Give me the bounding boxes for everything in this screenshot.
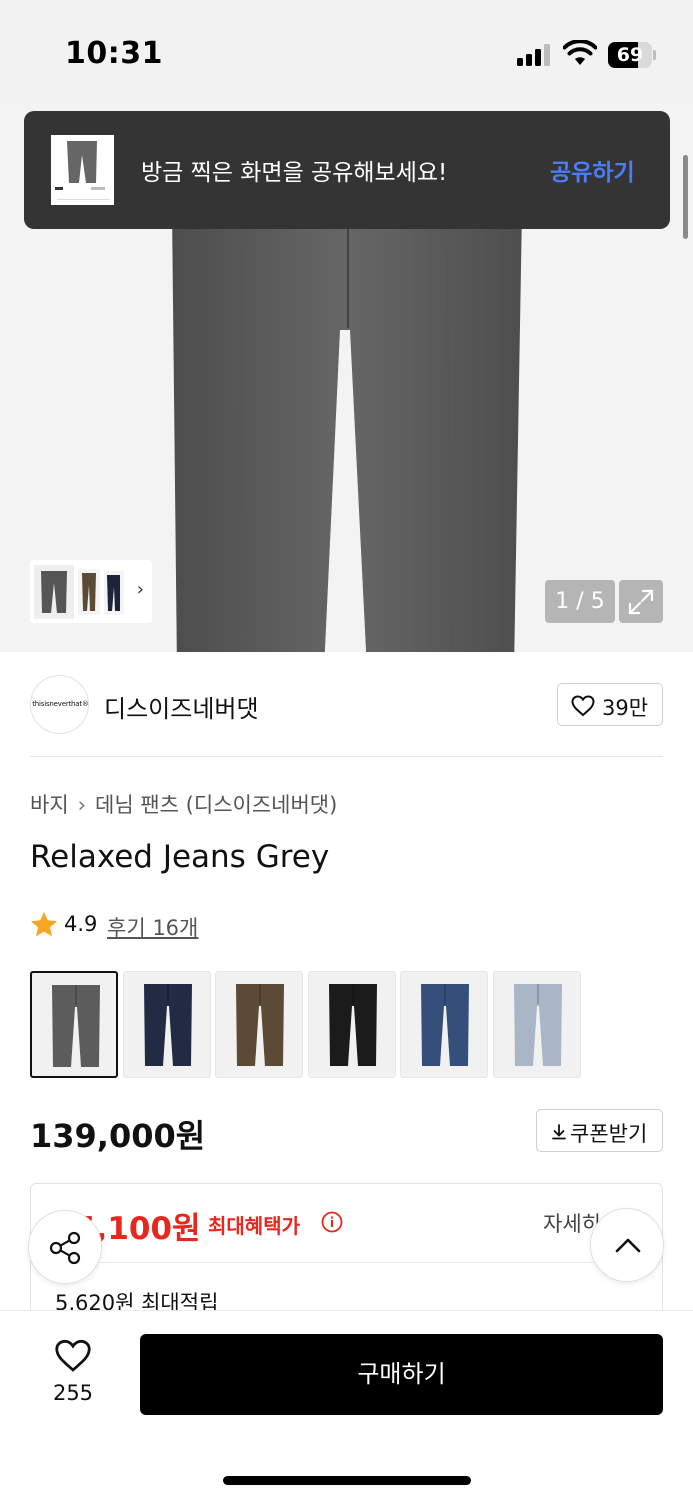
coupon-label: 쿠폰받기 bbox=[570, 1122, 648, 1146]
gallery-thumbnail-strip[interactable]: › bbox=[30, 560, 152, 623]
product-title: Relaxed Jeans Grey bbox=[30, 839, 330, 875]
rating-value: 4.9 bbox=[64, 912, 98, 936]
product-price: 139,000원 bbox=[30, 1117, 206, 1155]
scroll-to-top-button[interactable] bbox=[590, 1208, 664, 1282]
gallery-page-indicator: 1 / 5 bbox=[545, 580, 615, 623]
breadcrumb-item-denim[interactable]: 데님 팬츠 (디스이즈네버댓) bbox=[95, 793, 337, 817]
review-link[interactable]: 후기 16개 bbox=[107, 912, 198, 942]
share-button[interactable] bbox=[28, 1210, 102, 1284]
chevron-right-icon: › bbox=[136, 579, 144, 600]
jeans-thumbnail bbox=[513, 984, 562, 1066]
jeans-thumbnail bbox=[328, 984, 377, 1066]
toast-share-button[interactable]: 공유하기 bbox=[550, 153, 635, 187]
color-option-black[interactable] bbox=[307, 971, 396, 1078]
jeans-thumbnail bbox=[421, 984, 469, 1066]
divider bbox=[30, 756, 663, 757]
product-like-count: 255 bbox=[52, 1381, 94, 1405]
brand-logo-text: thisisneverthat® bbox=[32, 700, 89, 708]
product-image-jeans bbox=[172, 210, 522, 652]
battery-level: 69 bbox=[616, 44, 644, 66]
color-option-brown[interactable] bbox=[215, 971, 303, 1078]
coupon-button[interactable]: 쿠폰받기 bbox=[536, 1109, 663, 1152]
wifi-icon bbox=[563, 40, 597, 65]
heart-icon bbox=[55, 1339, 91, 1372]
jeans-thumbnail bbox=[143, 984, 192, 1066]
color-option-grey[interactable] bbox=[30, 971, 118, 1078]
brand-row: thisisneverthat® 디스이즈네버댓 39만 bbox=[30, 672, 663, 738]
expand-image-button[interactable] bbox=[619, 580, 663, 623]
brand-like-count: 39만 bbox=[602, 696, 649, 720]
color-option-blue[interactable] bbox=[400, 971, 488, 1078]
battery-icon: 69 bbox=[608, 42, 656, 68]
status-bar: 10:31 69 bbox=[0, 0, 693, 100]
heart-icon bbox=[571, 695, 595, 717]
max-benefit-label: 최대혜택가 bbox=[208, 1214, 300, 1238]
share-screenshot-toast: 방금 찍은 화면을 공유해보세요! 공유하기 bbox=[24, 111, 670, 229]
brand-logo[interactable]: thisisneverthat® bbox=[30, 675, 89, 734]
color-option-light-blue[interactable] bbox=[492, 971, 581, 1078]
expand-icon bbox=[628, 589, 654, 615]
thumbnail-preview bbox=[34, 565, 124, 619]
toast-message: 방금 찍은 화면을 공유해보세요! bbox=[141, 160, 448, 186]
bottom-action-bar: 255 구매하기 bbox=[0, 1310, 693, 1500]
divider bbox=[31, 1262, 662, 1263]
scroll-indicator[interactable] bbox=[683, 155, 688, 239]
breadcrumb: 바지 › 데님 팬츠 (디스이즈네버댓) bbox=[30, 789, 337, 819]
download-icon bbox=[552, 1124, 566, 1140]
product-like-button[interactable]: 255 bbox=[40, 1337, 106, 1407]
status-time: 10:31 bbox=[65, 36, 163, 71]
buy-button[interactable]: 구매하기 bbox=[140, 1334, 663, 1415]
jeans-thumbnail bbox=[52, 985, 100, 1067]
jeans-thumbnail bbox=[236, 984, 284, 1066]
home-indicator[interactable] bbox=[223, 1476, 471, 1485]
breadcrumb-item-pants[interactable]: 바지 bbox=[30, 793, 69, 817]
chevron-right-icon: › bbox=[77, 793, 87, 817]
cellular-signal-icon bbox=[517, 44, 550, 66]
brand-like-button[interactable]: 39만 bbox=[557, 683, 663, 726]
star-icon bbox=[31, 912, 57, 937]
brand-name[interactable]: 디스이즈네버댓 bbox=[104, 689, 259, 724]
chevron-up-icon bbox=[615, 1238, 641, 1253]
screenshot-thumbnail[interactable] bbox=[51, 135, 114, 205]
share-icon bbox=[49, 1231, 81, 1265]
info-icon[interactable] bbox=[321, 1211, 343, 1233]
color-option-navy[interactable] bbox=[122, 971, 211, 1078]
